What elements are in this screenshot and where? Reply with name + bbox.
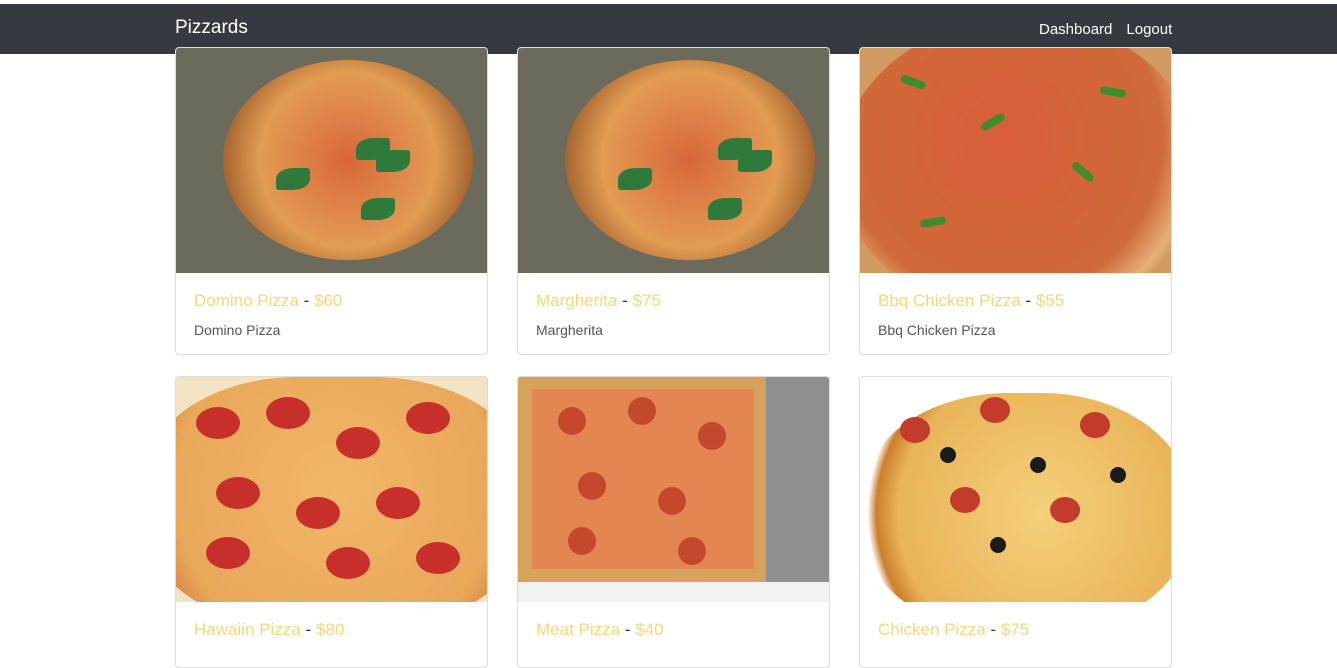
- pepperoni: [678, 537, 706, 565]
- pizza-image: [860, 48, 1171, 273]
- pepperoni: [900, 417, 930, 443]
- title-separator: -: [624, 620, 631, 639]
- pizza-description: Margherita: [536, 322, 603, 338]
- basil-leaf: [738, 150, 772, 172]
- basil-leaf: [708, 198, 742, 220]
- basil-leaf: [276, 168, 310, 190]
- brand-link[interactable]: Pizzards: [175, 17, 248, 39]
- card-title[interactable]: Margherita - $75: [536, 289, 811, 313]
- pizza-description: Domino Pizza: [194, 322, 281, 338]
- pepperoni: [1080, 412, 1110, 438]
- pizza-price: $80: [315, 620, 345, 639]
- card-title[interactable]: Bbq Chicken Pizza - $55: [878, 289, 1153, 313]
- pizza-description: Bbq Chicken Pizza: [878, 322, 996, 338]
- pizza-card-hawaiin[interactable]: Hawaiin Pizza - $80: [175, 376, 488, 668]
- basil-leaf: [376, 150, 410, 172]
- card-title[interactable]: Meat Pizza - $40: [536, 618, 811, 642]
- pepperoni: [628, 397, 656, 425]
- title-separator: -: [303, 291, 310, 310]
- title-separator: -: [305, 620, 312, 639]
- pizza-crust-shape: [223, 60, 473, 260]
- pepperoni: [206, 537, 250, 569]
- pizza-card-bbq-chicken[interactable]: Bbq Chicken Pizza - $55 Bbq Chicken Pizz…: [859, 47, 1172, 355]
- title-separator: -: [990, 620, 997, 639]
- pizza-card-chicken[interactable]: Chicken Pizza - $75: [859, 376, 1172, 668]
- pepperoni: [406, 402, 450, 434]
- pepperoni: [416, 542, 460, 574]
- pepperoni: [266, 397, 310, 429]
- pizza-name[interactable]: Margherita: [536, 291, 617, 310]
- pizza-name[interactable]: Chicken Pizza: [878, 620, 986, 639]
- dashboard-link[interactable]: Dashboard: [1039, 21, 1112, 38]
- basil-leaf: [361, 198, 395, 220]
- pizza-name[interactable]: Domino Pizza: [194, 291, 299, 310]
- logout-link[interactable]: Logout: [1126, 21, 1172, 38]
- pepperoni: [326, 547, 370, 579]
- pepperoni: [950, 487, 980, 513]
- pizza-crust-shape: [565, 60, 815, 260]
- pizza-image: [176, 48, 487, 273]
- pizza-price: $40: [635, 620, 664, 639]
- pizza-price: $60: [314, 291, 343, 310]
- pizza-name[interactable]: Hawaiin Pizza: [194, 620, 301, 639]
- pizza-price: $75: [1000, 620, 1030, 639]
- pizza-price: $75: [632, 291, 661, 310]
- pizza-image: [860, 377, 1171, 602]
- title-separator: -: [1025, 291, 1032, 310]
- pizza-image: [518, 48, 829, 273]
- pizza-name[interactable]: Meat Pizza: [536, 620, 620, 639]
- pepperoni: [376, 487, 420, 519]
- pepperoni: [558, 407, 586, 435]
- nav-links: Dashboard Logout: [1039, 21, 1172, 38]
- pepperoni: [568, 527, 596, 555]
- pizza-price: $55: [1035, 291, 1065, 310]
- pepperoni: [980, 397, 1010, 423]
- watermark-strip: [518, 582, 829, 602]
- pepperoni: [196, 407, 240, 439]
- pepperoni: [698, 422, 726, 450]
- pizza-card-margherita[interactable]: Margherita - $75 Margherita: [517, 47, 830, 355]
- olive: [990, 537, 1006, 553]
- pepperoni: [658, 487, 686, 515]
- pizza-image: [518, 377, 829, 602]
- pizza-name[interactable]: Bbq Chicken Pizza: [878, 291, 1021, 310]
- olive: [1110, 467, 1126, 483]
- pepperoni: [216, 477, 260, 509]
- title-separator: -: [622, 291, 628, 310]
- pepperoni: [1050, 497, 1080, 523]
- pepperoni: [296, 497, 340, 529]
- card-title[interactable]: Domino Pizza - $60: [194, 289, 469, 313]
- basil-leaf: [618, 168, 652, 190]
- olive: [1030, 457, 1046, 473]
- pizza-card-domino[interactable]: Domino Pizza - $60 Domino Pizza: [175, 47, 488, 355]
- olive: [940, 447, 956, 463]
- card-title[interactable]: Hawaiin Pizza - $80: [194, 618, 469, 642]
- pizza-card-meat[interactable]: Meat Pizza - $40: [517, 376, 830, 668]
- card-title[interactable]: Chicken Pizza - $75: [878, 618, 1153, 642]
- pizza-image: [176, 377, 487, 602]
- pepperoni: [578, 472, 606, 500]
- pepperoni: [336, 427, 380, 459]
